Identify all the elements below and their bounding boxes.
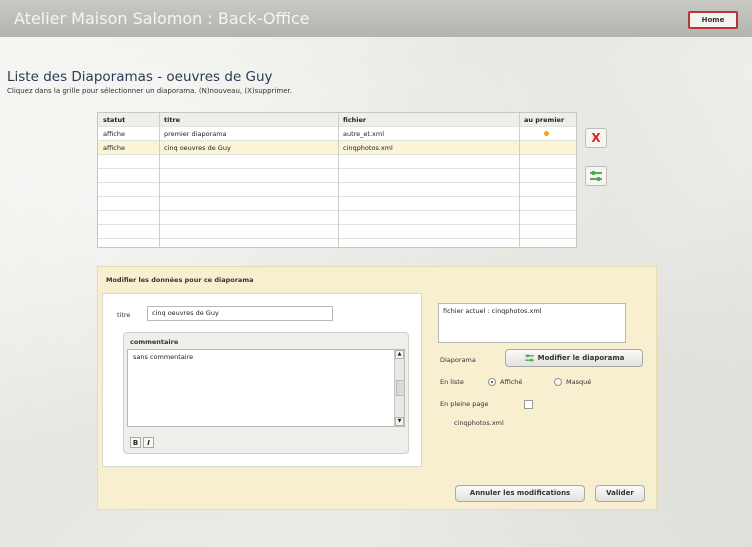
comment-text: sans commentaire <box>133 353 194 361</box>
titre-input[interactable]: cinq oeuvres de Guy <box>147 306 333 321</box>
validate-button[interactable]: Valider <box>595 485 645 502</box>
column-header-statut[interactable]: statut <box>103 116 125 124</box>
scroll-up-icon[interactable]: ▲ <box>395 350 404 359</box>
en-liste-label: En liste <box>440 378 464 386</box>
grid-header: statut titre fichier au premier <box>98 113 576 127</box>
bold-button[interactable]: B <box>130 437 141 448</box>
table-row[interactable]: affiche premier diaporama autre_et.xml <box>98 127 576 141</box>
sliders-icon <box>590 171 602 181</box>
scroll-down-icon[interactable]: ▼ <box>395 417 404 426</box>
column-header-fichier[interactable]: fichier <box>343 116 366 124</box>
titre-label: titre <box>117 311 131 319</box>
delete-button[interactable]: X <box>585 128 607 148</box>
edit-left-section: titre cinq oeuvres de Guy commentaire sa… <box>102 293 422 467</box>
column-divider <box>159 113 160 247</box>
cell-fichier: autre_et.xml <box>343 130 385 138</box>
comment-box: commentaire sans commentaire ▲ ▼ B I <box>123 332 409 454</box>
masque-label: Masqué <box>566 378 592 386</box>
table-row-empty[interactable] <box>98 211 576 225</box>
instructions-text: Cliquez dans la grille pour sélectionner… <box>7 87 292 95</box>
table-row-empty[interactable] <box>98 183 576 197</box>
textarea-scrollbar[interactable]: ▲ ▼ <box>394 350 405 426</box>
edit-panel: Modifier les données pour ce diaporama t… <box>97 266 657 510</box>
table-row-empty[interactable] <box>98 155 576 169</box>
cell-titre: cinq oeuvres de Guy <box>164 144 231 152</box>
table-row-empty[interactable] <box>98 197 576 211</box>
cell-fichier: cinqphotos.xml <box>343 144 393 152</box>
config-button[interactable] <box>585 166 607 186</box>
column-divider <box>338 113 339 247</box>
column-divider <box>519 113 520 247</box>
pleine-page-checkbox[interactable] <box>524 400 533 409</box>
table-row-empty[interactable] <box>98 225 576 239</box>
sliders-icon <box>524 354 534 362</box>
current-file-box: fichier actuel : cinqphotos.xml <box>438 303 626 343</box>
modify-diaporama-label: Modifier le diaporama <box>537 354 625 362</box>
affiche-label: Affiché <box>500 378 523 386</box>
title-bar: Atelier Maison Salomon : Back-Office Hom… <box>0 0 752 37</box>
home-button[interactable]: Home <box>688 11 738 29</box>
table-row-empty[interactable] <box>98 169 576 183</box>
file-name-text: cinqphotos.xml <box>454 419 504 427</box>
app-title: Atelier Maison Salomon : Back-Office <box>14 9 310 28</box>
cancel-button[interactable]: Annuler les modifications <box>455 485 585 502</box>
italic-button[interactable]: I <box>143 437 154 448</box>
comment-textarea[interactable]: sans commentaire ▲ ▼ <box>127 349 405 427</box>
pleine-page-label: En pleine page <box>440 400 489 408</box>
cell-titre: premier diaporama <box>164 130 227 138</box>
comment-title: commentaire <box>130 338 179 346</box>
table-row-selected[interactable]: affiche cinq oeuvres de Guy cinqphotos.x… <box>98 141 576 155</box>
column-header-au-premier[interactable]: au premier <box>524 116 564 124</box>
masque-radio[interactable] <box>554 378 562 386</box>
column-header-titre[interactable]: titre <box>164 116 180 124</box>
diaporama-grid[interactable]: statut titre fichier au premier affiche … <box>97 112 577 248</box>
diaporama-label: Diaporama <box>440 356 476 364</box>
first-indicator-dot-icon <box>544 131 549 136</box>
modify-diaporama-button[interactable]: Modifier le diaporama <box>505 349 643 367</box>
scroll-thumb[interactable] <box>396 380 405 396</box>
affiche-radio[interactable] <box>488 378 496 386</box>
page-title: Liste des Diaporamas - oeuvres de Guy <box>7 69 273 85</box>
cell-statut: affiche <box>103 130 125 138</box>
cell-statut: affiche <box>103 144 125 152</box>
panel-title: Modifier les données pour ce diaporama <box>106 276 254 284</box>
close-icon: X <box>591 131 601 145</box>
